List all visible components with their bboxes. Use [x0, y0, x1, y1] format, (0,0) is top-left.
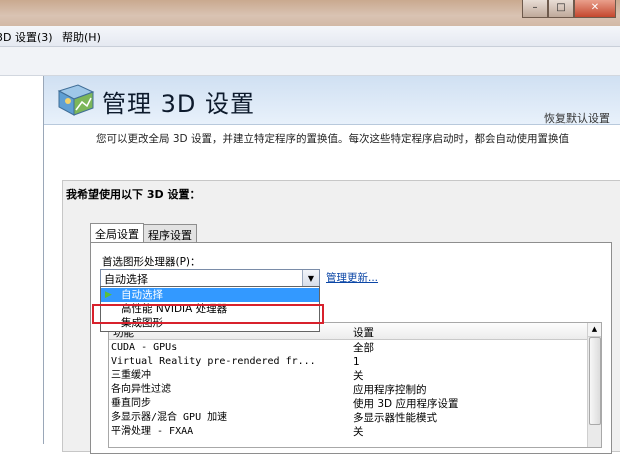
table-row[interactable]: 三重缓冲 关 [109, 369, 587, 383]
row-value: 关 [353, 370, 364, 382]
minimize-button[interactable]: – [522, 0, 548, 18]
page-description: 您可以更改全局 3D 设置，并建立特定程序的置换值。每次这些特定程序启动时，都会… [96, 133, 569, 145]
menu-3d-settings[interactable]: 3D 设置(3) [0, 29, 53, 45]
table-row[interactable]: 多显示器/混合 GPU 加速 多显示器性能模式 [109, 411, 587, 425]
row-value: 多显示器性能模式 [353, 412, 437, 424]
window-title-bar: – □ ✕ [0, 0, 620, 26]
section-title: 我希望使用以下 3D 设置： [66, 188, 201, 201]
menu-bar: 3D 设置(3) 帮助(H) [0, 26, 620, 47]
column-setting[interactable]: 设置 [353, 325, 374, 340]
row-value: 关 [353, 426, 364, 438]
row-value: 使用 3D 应用程序设置 [353, 398, 459, 410]
table-row[interactable]: CUDA - GPUs 全部 [109, 341, 587, 355]
scrollbar-thumb[interactable] [589, 337, 601, 425]
table-row[interactable]: 各向异性过滤 应用程序控制的 [109, 383, 587, 397]
row-feature: 垂直同步 [111, 398, 151, 409]
row-feature: Virtual Reality pre-rendered fr... [111, 356, 316, 367]
table-row[interactable]: 平滑处理 - FXAA 关 [109, 425, 587, 439]
maximize-button[interactable]: □ [548, 0, 574, 18]
content-pane: 管理 3D 设置 恢复默认设置 您可以更改全局 3D 设置，并建立特定程序的置换… [44, 76, 620, 454]
table-row[interactable]: Virtual Reality pre-rendered fr... 1 [109, 355, 587, 369]
menu-help[interactable]: 帮助(H) [62, 29, 101, 45]
row-feature: 三重缓冲 [111, 370, 151, 381]
row-value: 1 [353, 356, 360, 368]
row-value: 应用程序控制的 [353, 384, 427, 396]
table-row[interactable]: 垂直同步 使用 3D 应用程序设置 [109, 397, 587, 411]
row-feature: 平滑处理 - FXAA [111, 426, 194, 437]
row-value: 全部 [353, 342, 374, 354]
nvidia-option-icon: ▶ [105, 290, 112, 300]
row-feature: CUDA - GPUs [111, 342, 178, 353]
option-auto-select[interactable]: ▶ 自动选择 [101, 288, 319, 302]
page-header: 管理 3D 设置 恢复默认设置 [44, 76, 620, 125]
manage-updates-link[interactable]: 管理更新... [326, 270, 378, 285]
scroll-up-icon[interactable]: ▲ [588, 323, 601, 337]
window-controls: – □ ✕ [522, 0, 616, 18]
nvidia-3d-settings-icon [57, 84, 95, 116]
page-title: 管理 3D 设置 [102, 90, 256, 118]
task-tree-pane[interactable] [0, 76, 44, 444]
chevron-down-icon[interactable]: ▼ [302, 270, 319, 287]
settings-table: 功能 设置 CUDA - GPUs 全部 Virtual Reality pre… [108, 322, 602, 448]
row-feature: 多显示器/混合 GPU 加速 [111, 412, 228, 423]
restore-defaults-link[interactable]: 恢复默认设置 [544, 110, 610, 126]
preferred-processor-value: 自动选择 [104, 273, 148, 286]
table-scrollbar[interactable]: ▲ [587, 323, 601, 447]
close-button[interactable]: ✕ [574, 0, 616, 18]
toolbar [0, 47, 620, 76]
highlight-box [92, 304, 324, 324]
preferred-processor-label: 首选图形处理器(P)： [102, 256, 201, 268]
row-feature: 各向异性过滤 [111, 384, 171, 395]
option-label: 自动选择 [121, 289, 163, 301]
